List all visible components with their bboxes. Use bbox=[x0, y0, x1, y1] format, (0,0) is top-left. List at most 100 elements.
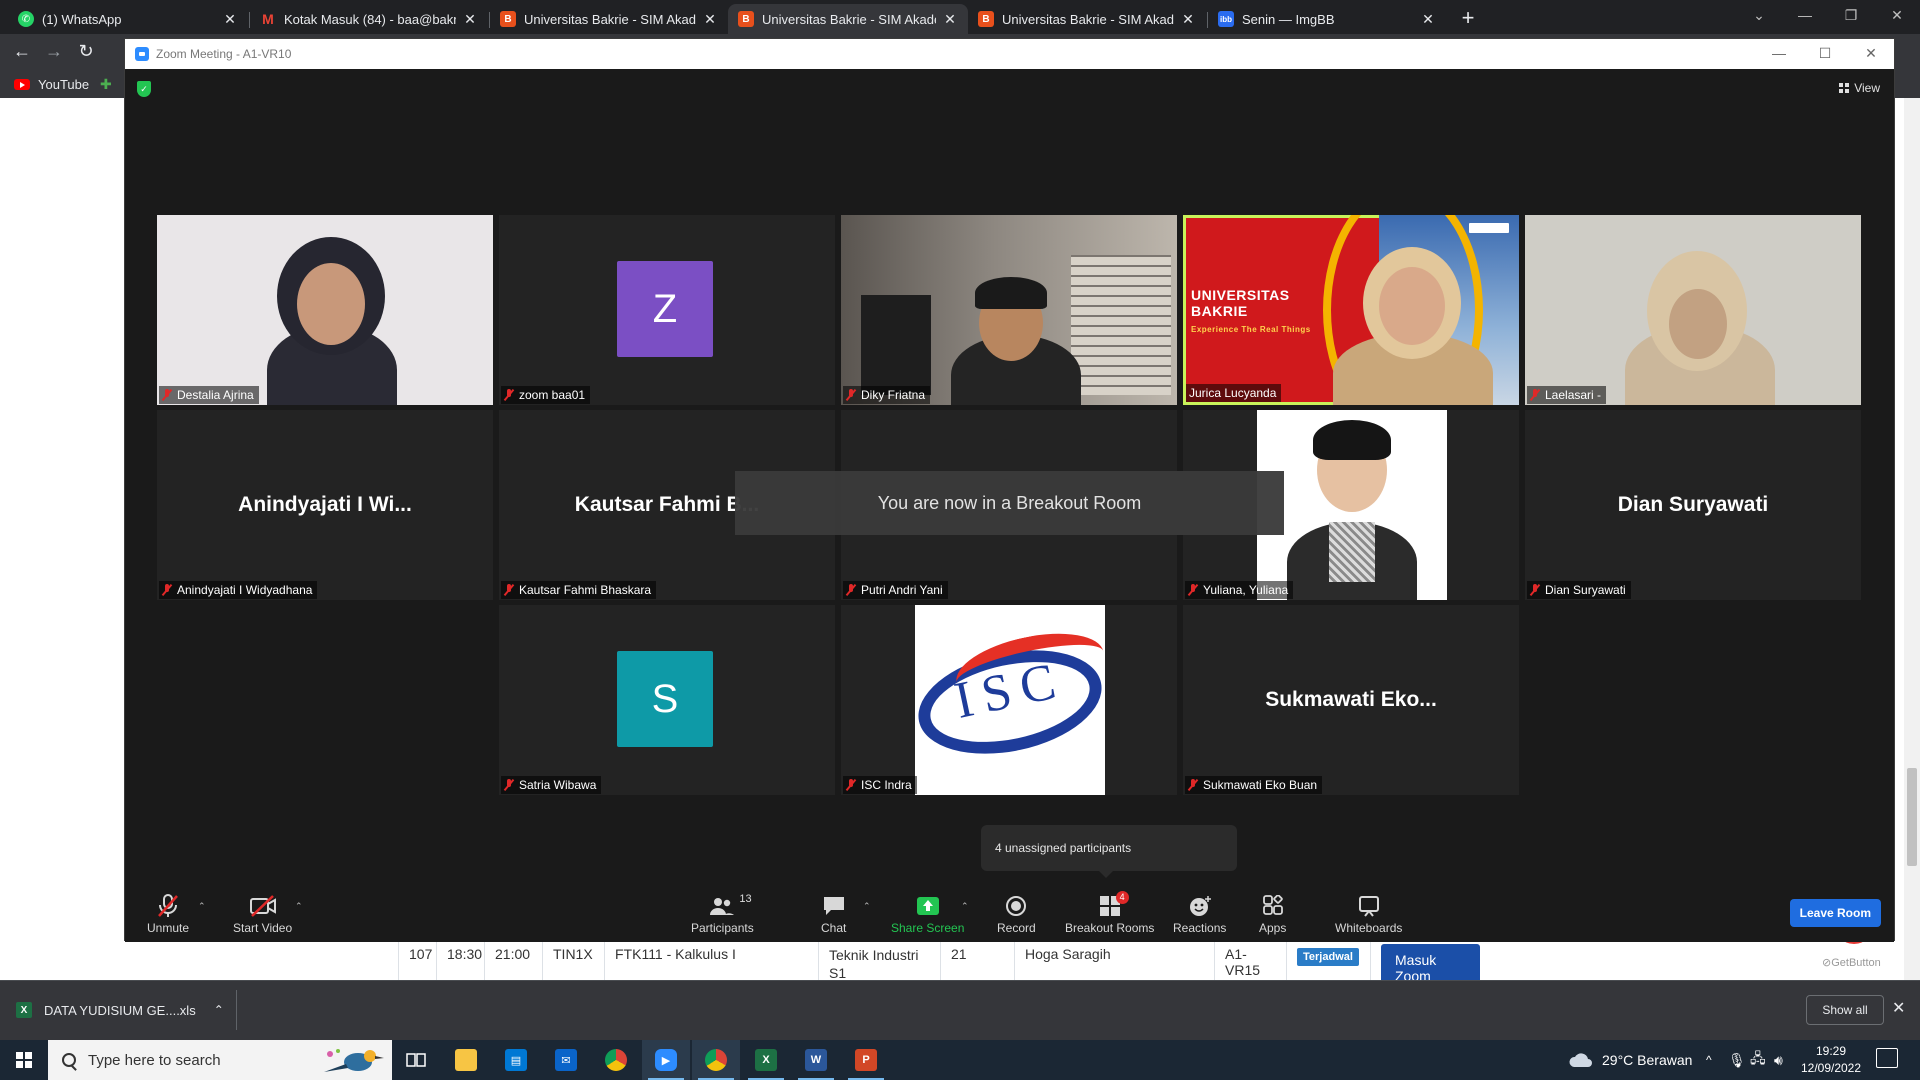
participant-name-label: Yuliana, Yuliana bbox=[1185, 581, 1294, 599]
download-item[interactable]: X DATA YUDISIUM GE....xls ⌃ bbox=[16, 992, 224, 1028]
taskbar-file-explorer[interactable] bbox=[442, 1040, 490, 1080]
close-tab-icon[interactable]: ✕ bbox=[462, 11, 478, 28]
participant-name-label: Putri Andri Yani bbox=[843, 581, 948, 599]
participant-tile[interactable]: Dian Suryawati Dian Suryawati bbox=[1525, 410, 1861, 600]
show-hidden-icons-button[interactable]: ^ bbox=[1706, 1040, 1712, 1080]
apps-button[interactable]: Apps bbox=[1259, 893, 1286, 939]
start-video-button[interactable]: Start Video bbox=[233, 893, 292, 939]
maps-icon[interactable]: ✚ bbox=[100, 74, 112, 94]
participant-display-name: Sukmawati Eko... bbox=[1265, 688, 1437, 711]
close-tab-icon[interactable]: ✕ bbox=[942, 11, 958, 28]
taskbar-clock[interactable]: 19:29 12/09/2022 bbox=[1800, 1043, 1862, 1077]
status-cell: Terjadwal bbox=[1286, 940, 1370, 984]
participant-tile[interactable]: Destalia Ajrina bbox=[157, 215, 493, 405]
video-options-chevron-icon[interactable]: ⌃ bbox=[295, 901, 303, 912]
download-filename: DATA YUDISIUM GE....xls bbox=[44, 1002, 196, 1018]
participant-tile[interactable]: Anindyajati I Wi... Anindyajati I Widyad… bbox=[157, 410, 493, 600]
taskbar-chrome[interactable] bbox=[592, 1040, 640, 1080]
participant-tile[interactable]: Z zoom baa01 bbox=[499, 215, 835, 405]
close-tab-icon[interactable]: ✕ bbox=[702, 11, 718, 28]
participant-tile[interactable]: ISC ISC Indra bbox=[841, 605, 1177, 795]
close-tab-icon[interactable]: ✕ bbox=[1180, 11, 1196, 28]
masuk-zoom-button[interactable]: Masuk Zoom bbox=[1381, 944, 1480, 984]
chat-bubble-icon bbox=[822, 893, 846, 919]
restore-icon[interactable]: ❐ bbox=[1828, 0, 1874, 34]
back-arrow-icon[interactable]: ← bbox=[8, 40, 36, 64]
participant-tile-active-speaker[interactable]: UNIVERSITAS BAKRIE Experience The Real T… bbox=[1183, 215, 1519, 405]
new-tab-button[interactable]: + bbox=[1454, 6, 1482, 32]
microphone-tray-icon[interactable]: 🎙︎ bbox=[1728, 1040, 1746, 1080]
show-all-downloads-button[interactable]: Show all bbox=[1806, 995, 1884, 1025]
search-placeholder: Type here to search bbox=[88, 1051, 221, 1069]
encryption-shield-icon[interactable]: ✓ bbox=[137, 81, 151, 97]
getbutton-label: ⊘GetButton bbox=[1822, 957, 1881, 969]
whiteboards-button[interactable]: Whiteboards bbox=[1335, 893, 1402, 939]
unmute-button[interactable]: Unmute bbox=[147, 893, 189, 939]
taskbar-powerpoint[interactable]: P bbox=[842, 1040, 890, 1080]
notification-center-icon[interactable] bbox=[1876, 1048, 1898, 1068]
zoom-meeting-window: Zoom Meeting - A1-VR10 — ☐ ✕ ✓ View Dest… bbox=[124, 38, 1895, 942]
taskbar-store[interactable]: ▤ bbox=[492, 1040, 540, 1080]
minimize-icon[interactable]: — bbox=[1782, 0, 1828, 34]
zoom-minimize-icon[interactable]: — bbox=[1756, 39, 1802, 69]
leave-room-button[interactable]: Leave Room bbox=[1789, 899, 1881, 927]
program-name: Teknik Industri S1 bbox=[818, 940, 940, 984]
close-download-bar-icon[interactable]: ✕ bbox=[1892, 998, 1905, 1018]
breakout-notification-badge: 4 bbox=[1115, 891, 1129, 904]
forward-arrow-icon[interactable]: → bbox=[40, 40, 68, 64]
participant-name-label: zoom baa01 bbox=[501, 386, 591, 404]
network-icon[interactable]: 🖧︎ bbox=[1750, 1040, 1766, 1080]
zoom-maximize-icon[interactable]: ☐ bbox=[1802, 39, 1848, 69]
class-code: TIN1X bbox=[542, 940, 604, 984]
reload-icon[interactable]: ↻ bbox=[72, 40, 100, 64]
tab-whatsapp[interactable]: ✆ (1) WhatsApp ✕ bbox=[8, 4, 248, 34]
taskbar-chrome-active[interactable] bbox=[692, 1040, 740, 1080]
video-off-icon bbox=[249, 893, 277, 919]
bookmark-youtube[interactable]: YouTube bbox=[14, 74, 89, 94]
chrome-icon bbox=[605, 1049, 627, 1071]
taskbar-word[interactable]: W bbox=[792, 1040, 840, 1080]
tab-gmail[interactable]: M Kotak Masuk (84) - baa@bakrie.ac.id ✕ bbox=[250, 4, 488, 34]
audio-options-chevron-icon[interactable]: ⌃ bbox=[198, 901, 206, 912]
tab-title: Universitas Bakrie - SIM Akademik bbox=[762, 11, 936, 27]
share-screen-button[interactable]: Share Screen bbox=[891, 893, 964, 939]
close-tab-icon[interactable]: ✕ bbox=[1420, 11, 1436, 28]
breakout-rooms-button[interactable]: 4 Breakout Rooms bbox=[1065, 891, 1154, 939]
weather-widget[interactable]: 29°C Berawan bbox=[1568, 1040, 1692, 1080]
taskbar-zoom[interactable]: ▶ bbox=[642, 1040, 690, 1080]
close-tab-icon[interactable]: ✕ bbox=[222, 11, 238, 28]
view-button[interactable]: View bbox=[1839, 81, 1880, 95]
share-options-chevron-icon[interactable]: ⌃ bbox=[961, 901, 969, 912]
tab-sim-akademik-3[interactable]: B Universitas Bakrie - SIM Akademik ✕ bbox=[968, 4, 1206, 34]
zoom-app-icon bbox=[135, 47, 149, 61]
participant-tile[interactable]: S Satria Wibawa bbox=[499, 605, 835, 795]
mic-muted-icon bbox=[1188, 584, 1198, 596]
taskbar-excel[interactable]: X bbox=[742, 1040, 790, 1080]
page-scrollbar-thumb[interactable] bbox=[1907, 768, 1917, 866]
record-button[interactable]: Record bbox=[997, 893, 1036, 939]
taskbar-mail[interactable]: ✉ bbox=[542, 1040, 590, 1080]
reactions-button[interactable]: Reactions bbox=[1173, 893, 1226, 939]
participant-tile[interactable]: Laelasari - bbox=[1525, 215, 1861, 405]
participant-tile[interactable]: Sukmawati Eko... Sukmawati Eko Buan bbox=[1183, 605, 1519, 795]
tab-sim-akademik-active[interactable]: B Universitas Bakrie - SIM Akademik ✕ bbox=[728, 4, 968, 34]
download-options-chevron-icon[interactable]: ⌃ bbox=[214, 1003, 224, 1017]
task-view-icon bbox=[406, 1053, 426, 1067]
zoom-title-bar: Zoom Meeting - A1-VR10 — ☐ ✕ bbox=[125, 39, 1894, 69]
volume-icon[interactable]: 🔊︎ bbox=[1774, 1040, 1783, 1080]
zoom-close-icon[interactable]: ✕ bbox=[1848, 39, 1894, 69]
tab-imgbb[interactable]: ibb Senin — ImgBB ✕ bbox=[1208, 4, 1446, 34]
participants-button[interactable]: 13 Participants bbox=[691, 893, 754, 939]
tab-search-icon[interactable]: ⌄ bbox=[1736, 0, 1782, 34]
task-view-button[interactable] bbox=[392, 1040, 440, 1080]
row-number: 107 bbox=[398, 940, 436, 984]
start-button[interactable] bbox=[0, 1040, 48, 1080]
chat-button[interactable]: Chat bbox=[821, 893, 846, 939]
participant-name-label: Dian Suryawati bbox=[1527, 581, 1631, 599]
start-time: 18:30 bbox=[436, 940, 484, 984]
chat-options-chevron-icon[interactable]: ⌃ bbox=[863, 901, 871, 912]
tab-title: Universitas Bakrie - SIM Akademik bbox=[524, 11, 696, 27]
tab-sim-akademik-1[interactable]: B Universitas Bakrie - SIM Akademik ✕ bbox=[490, 4, 728, 34]
participant-tile[interactable]: Diky Friatna bbox=[841, 215, 1177, 405]
close-window-icon[interactable]: ✕ bbox=[1874, 0, 1920, 34]
